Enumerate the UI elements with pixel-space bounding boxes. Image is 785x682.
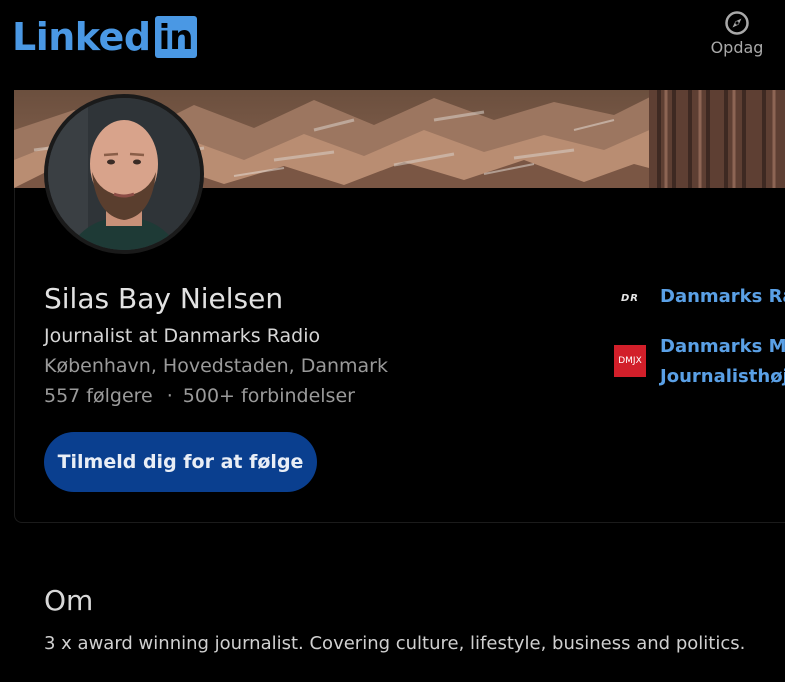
org-name-danmarks-radio: Danmarks Ra — [660, 282, 785, 312]
top-navigation-bar: Linked in Opdag — [0, 0, 785, 84]
org-item-dmjx[interactable]: DMJX Danmarks Me Journalisthøjs — [614, 332, 785, 392]
discover-label: Opdag — [710, 38, 764, 57]
stats-separator: · — [166, 385, 173, 407]
org-name-line-2: Journalisthøjs — [660, 366, 785, 387]
linkedin-logo[interactable]: Linked in — [12, 16, 197, 58]
discover-nav-item[interactable]: Opdag — [705, 10, 769, 57]
org-name-line-1: Danmarks Me — [660, 336, 785, 357]
follow-button[interactable]: Tilmeld dig for at følge — [44, 432, 317, 492]
about-section-text: 3 x award winning journalist. Covering c… — [44, 633, 746, 654]
compass-icon — [725, 11, 749, 35]
logo-wordmark: Linked — [12, 15, 151, 59]
org-item-danmarks-radio[interactable]: DR Danmarks Ra — [614, 282, 785, 314]
org-name-line: Danmarks Ra — [660, 286, 785, 307]
dr-logo-icon: DR — [614, 282, 646, 314]
dmjx-logo-icon: DMJX — [614, 345, 646, 377]
dr-logo-text: DR — [620, 292, 639, 304]
connections-count: 500+ forbindelser — [182, 385, 355, 407]
logo-in-box: in — [154, 16, 197, 58]
org-name-dmjx: Danmarks Me Journalisthøjs — [660, 332, 785, 392]
about-section-title: Om — [44, 584, 94, 617]
profile-headline: Journalist at Danmarks Radio — [44, 325, 321, 347]
profile-name: Silas Bay Nielsen — [44, 282, 284, 315]
dmjx-logo-text: DMJX — [618, 356, 642, 366]
profile-avatar[interactable] — [44, 94, 204, 254]
profile-stats: 557 følgere · 500+ forbindelser — [44, 385, 355, 407]
followers-count: 557 følgere — [44, 385, 153, 407]
profile-location: København, Hovedstaden, Danmark — [44, 355, 388, 377]
